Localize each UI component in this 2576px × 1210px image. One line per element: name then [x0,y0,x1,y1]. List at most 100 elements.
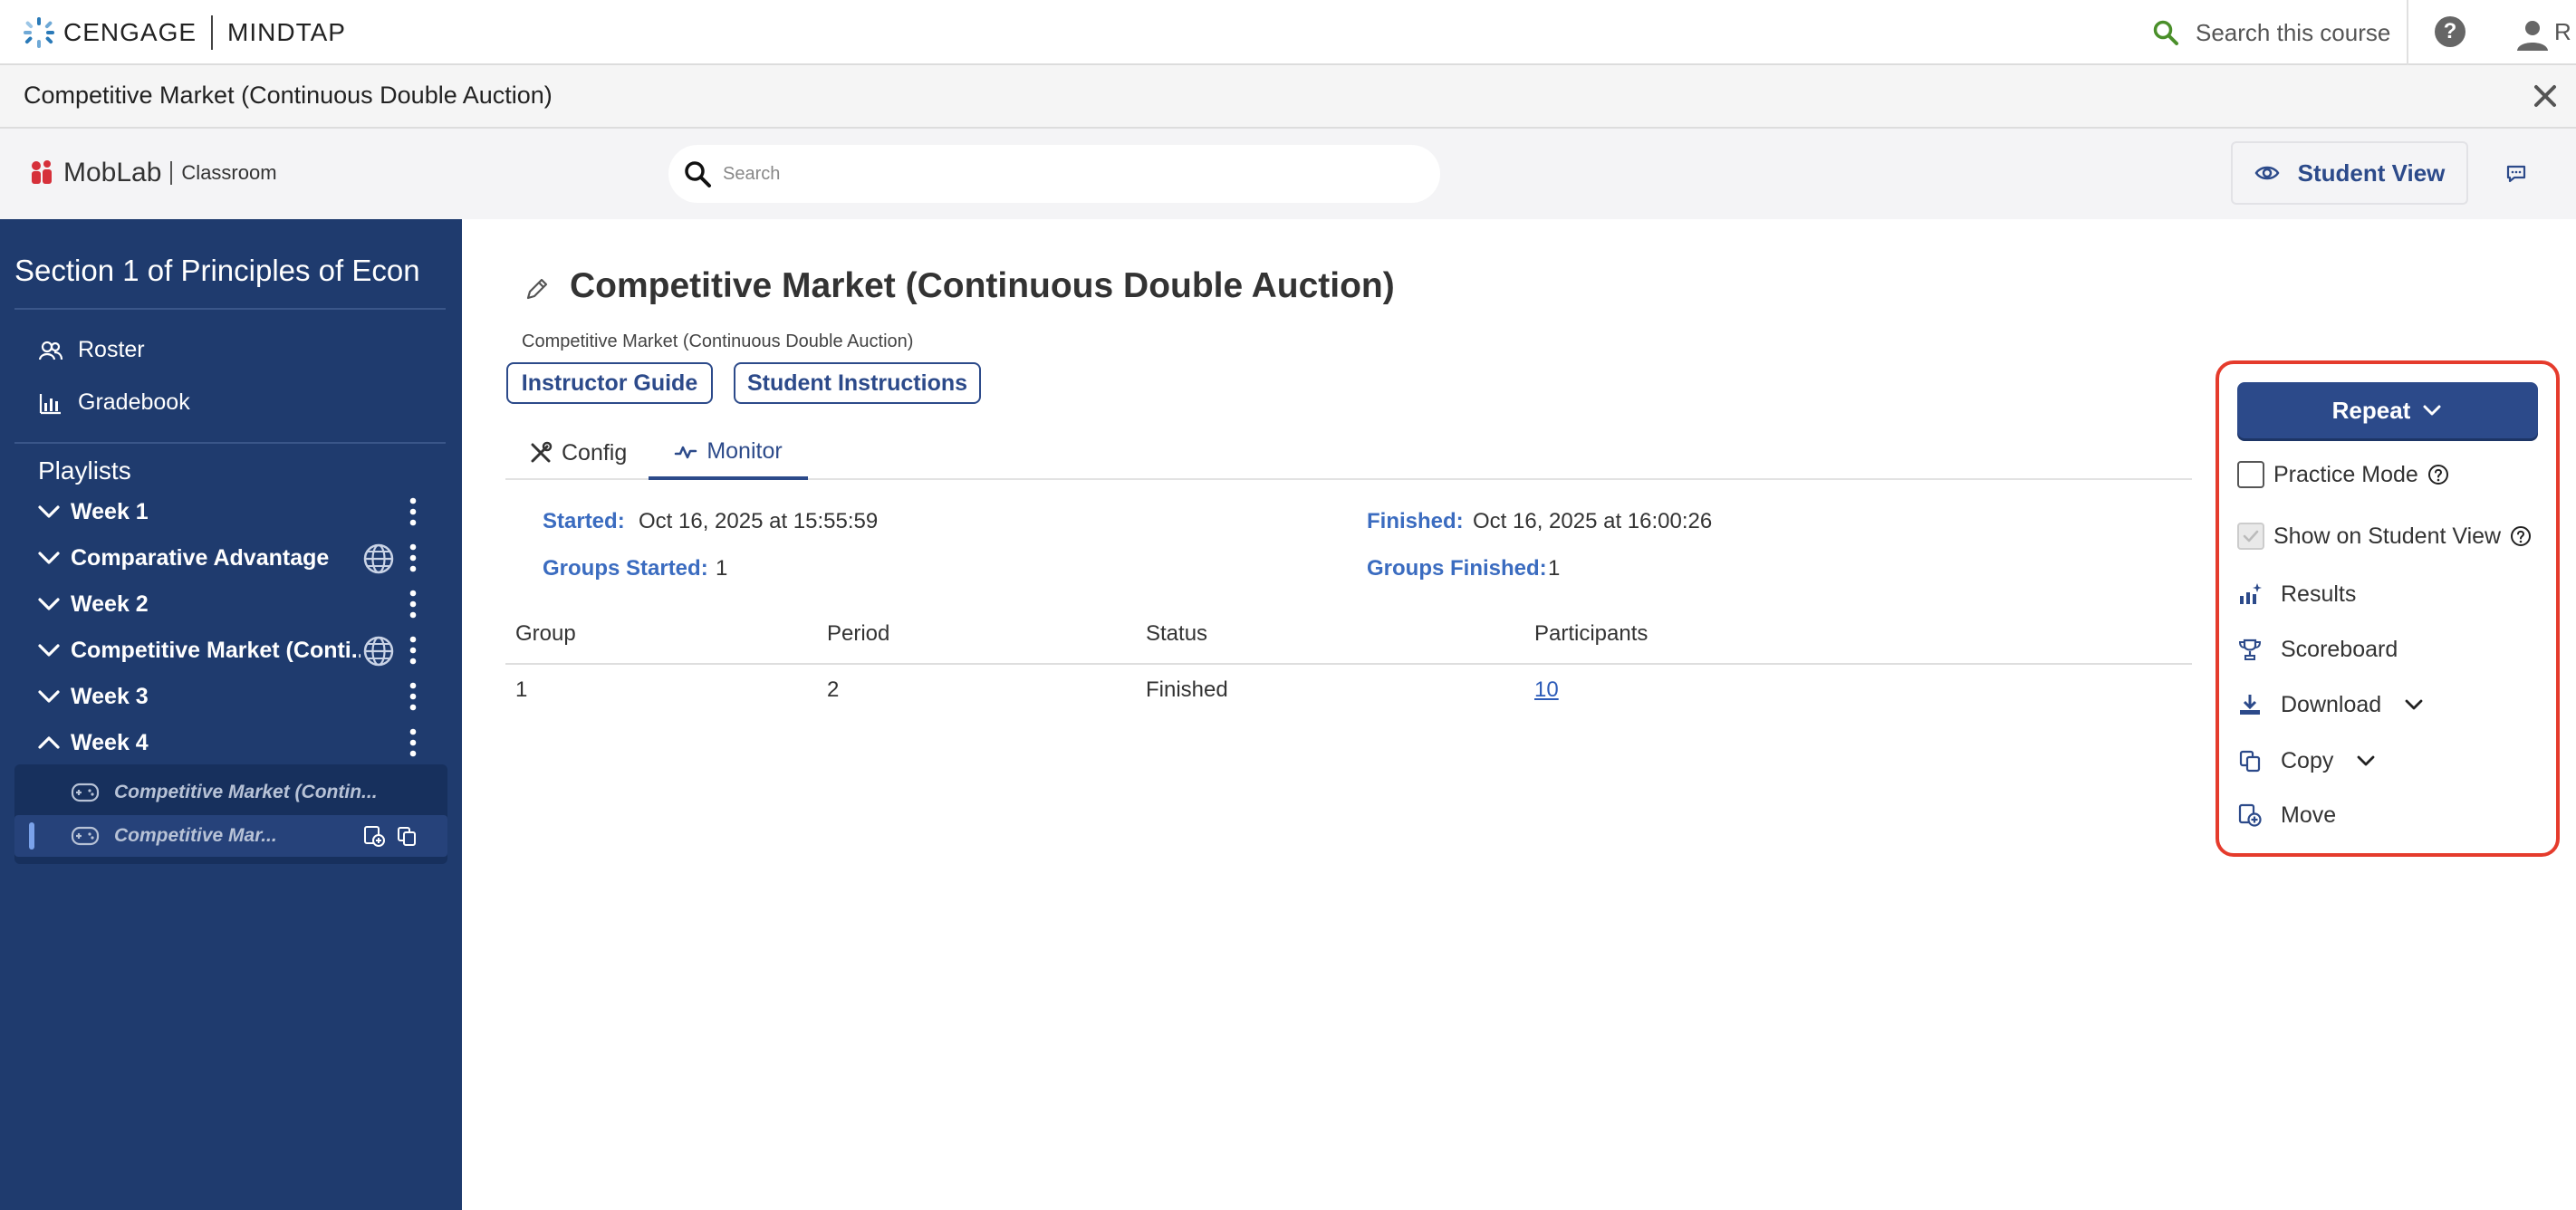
copy-icon[interactable] [395,824,418,848]
edit-pencil-icon[interactable] [524,275,551,302]
results-chart-icon [2240,583,2262,604]
copy-icon [2239,750,2261,773]
chevron-down-icon [2357,755,2375,766]
trophy-icon [2238,639,2262,660]
show-on-student-view-checkbox[interactable] [2237,523,2264,550]
activity-item-label: Competitive Market (Contin... [114,782,378,802]
finished-value: Oct 16, 2025 at 16:00:26 [1473,509,1713,533]
instructor-guide-button[interactable]: Instructor Guide [506,362,713,404]
more-options-icon[interactable] [408,681,418,712]
practice-mode-checkbox[interactable] [2237,461,2264,488]
more-options-icon[interactable] [408,727,418,758]
playlist-label: Week 1 [71,498,149,524]
activity-item-label: Competitive Mar... [114,825,277,846]
activity-item[interactable]: Competitive Market (Contin... [14,772,447,813]
finished-label: Finished: [1367,509,1464,533]
sidebar-item-roster[interactable]: Roster [38,337,145,363]
activity-item-active[interactable]: Competitive Mar... [14,815,447,857]
moblab-search-input[interactable] [723,163,1411,185]
started-label: Started: [543,509,625,533]
chevron-down-icon[interactable] [36,638,62,663]
chevron-down-icon[interactable] [36,499,62,524]
eye-icon [2254,166,2280,180]
more-options-icon[interactable] [408,543,418,573]
repeat-button[interactable]: Repeat [2237,382,2538,438]
tools-icon [531,441,553,463]
cengage-mark-icon [24,17,54,48]
playlist-label: Week 3 [71,683,149,709]
more-options-icon[interactable] [408,496,418,527]
playlist-week-3[interactable]: Week 3 [36,676,435,717]
moblab-logo-divider [170,161,173,185]
student-instructions-button[interactable]: Student Instructions [734,362,981,404]
playlist-competitive-market[interactable]: Competitive Market (Conti... [36,629,435,671]
move-action[interactable]: Move [2237,797,2336,833]
groups-started-value: 1 [716,556,728,581]
results-action[interactable]: Results [2237,576,2356,612]
gradebook-icon [39,393,61,414]
sidebar-divider [14,442,446,444]
move-icon[interactable] [362,824,386,848]
moblab-header: MobLab Classroom Student View [0,129,2576,219]
column-header-participants: Participants [1534,621,1648,646]
playlists-heading: Playlists [38,456,131,485]
course-search[interactable]: Search this course [2152,14,2390,51]
help-circle-icon[interactable] [2427,464,2449,485]
student-view-button[interactable]: Student View [2231,141,2468,205]
playlist-comparative-advantage[interactable]: Comparative Advantage [36,537,435,579]
practice-mode-label: Practice Mode [2273,461,2418,487]
course-search-label: Search this course [2196,18,2391,46]
activity-pulse-icon [675,446,697,459]
user-name-truncated[interactable]: R [2554,18,2571,46]
practice-mode-row: Practice Mode [2237,456,2449,493]
help-circle-icon[interactable] [2510,525,2532,547]
search-icon [685,161,711,187]
activity-title: Competitive Market (Continuous Double Au… [24,82,553,109]
week-4-activity-list: Competitive Market (Contin... Competitiv… [14,764,447,864]
show-on-student-view-label: Show on Student View [2273,523,2502,549]
download-label: Download [2281,691,2382,717]
repeat-label: Repeat [2331,396,2411,424]
moblab-search [668,145,1440,203]
moblab-mark-icon [32,160,52,184]
sidebar: Section 1 of Principles of Econ Roster G… [0,219,462,1210]
roster-icon [38,341,63,360]
globe-icon [363,636,394,667]
sidebar-item-label: Roster [78,337,145,362]
tab-config-label: Config [562,439,628,466]
groups-finished-label: Groups Finished: [1367,556,1547,581]
table-cell-period: 2 [827,677,840,702]
topbar-divider [2407,0,2408,65]
user-avatar-icon[interactable] [2514,16,2551,53]
cengage-logo[interactable]: CENGAGE MINDTAP [22,14,346,51]
more-options-icon[interactable] [408,589,418,619]
groups-finished-value: 1 [1548,556,1561,581]
globe-icon [363,543,394,574]
playlist-label: Competitive Market (Conti... [71,637,360,663]
chat-icon[interactable] [2505,163,2527,185]
section-title[interactable]: Section 1 of Principles of Econ [14,254,420,288]
scoreboard-action[interactable]: Scoreboard [2237,631,2398,667]
copy-action[interactable]: Copy [2237,743,2377,779]
more-options-icon[interactable] [408,635,418,666]
chevron-down-icon[interactable] [36,684,62,709]
scoreboard-label: Scoreboard [2281,636,2398,662]
chevron-down-icon[interactable] [36,591,62,617]
close-icon[interactable] [2527,78,2563,114]
tab-monitor[interactable]: Monitor [649,426,808,480]
tab-bar: Config Monitor [505,426,2192,480]
moblab-logo[interactable]: MobLab Classroom [29,158,277,188]
table-header-divider [505,663,2192,665]
participants-link[interactable]: 10 [1534,677,1559,703]
tab-config[interactable]: Config [529,426,627,480]
chevron-down-icon[interactable] [36,545,62,571]
sidebar-item-gradebook[interactable]: Gradebook [38,389,190,416]
download-action[interactable]: Download [2237,687,2425,723]
playlist-week-4[interactable]: Week 4 [36,722,435,763]
playlist-week-2[interactable]: Week 2 [36,583,435,625]
mindtap-brand: MINDTAP [227,18,346,46]
copy-label: Copy [2281,747,2334,773]
chevron-up-icon[interactable] [36,730,62,755]
playlist-week-1[interactable]: Week 1 [36,491,435,533]
help-button[interactable]: ? [2435,16,2465,47]
